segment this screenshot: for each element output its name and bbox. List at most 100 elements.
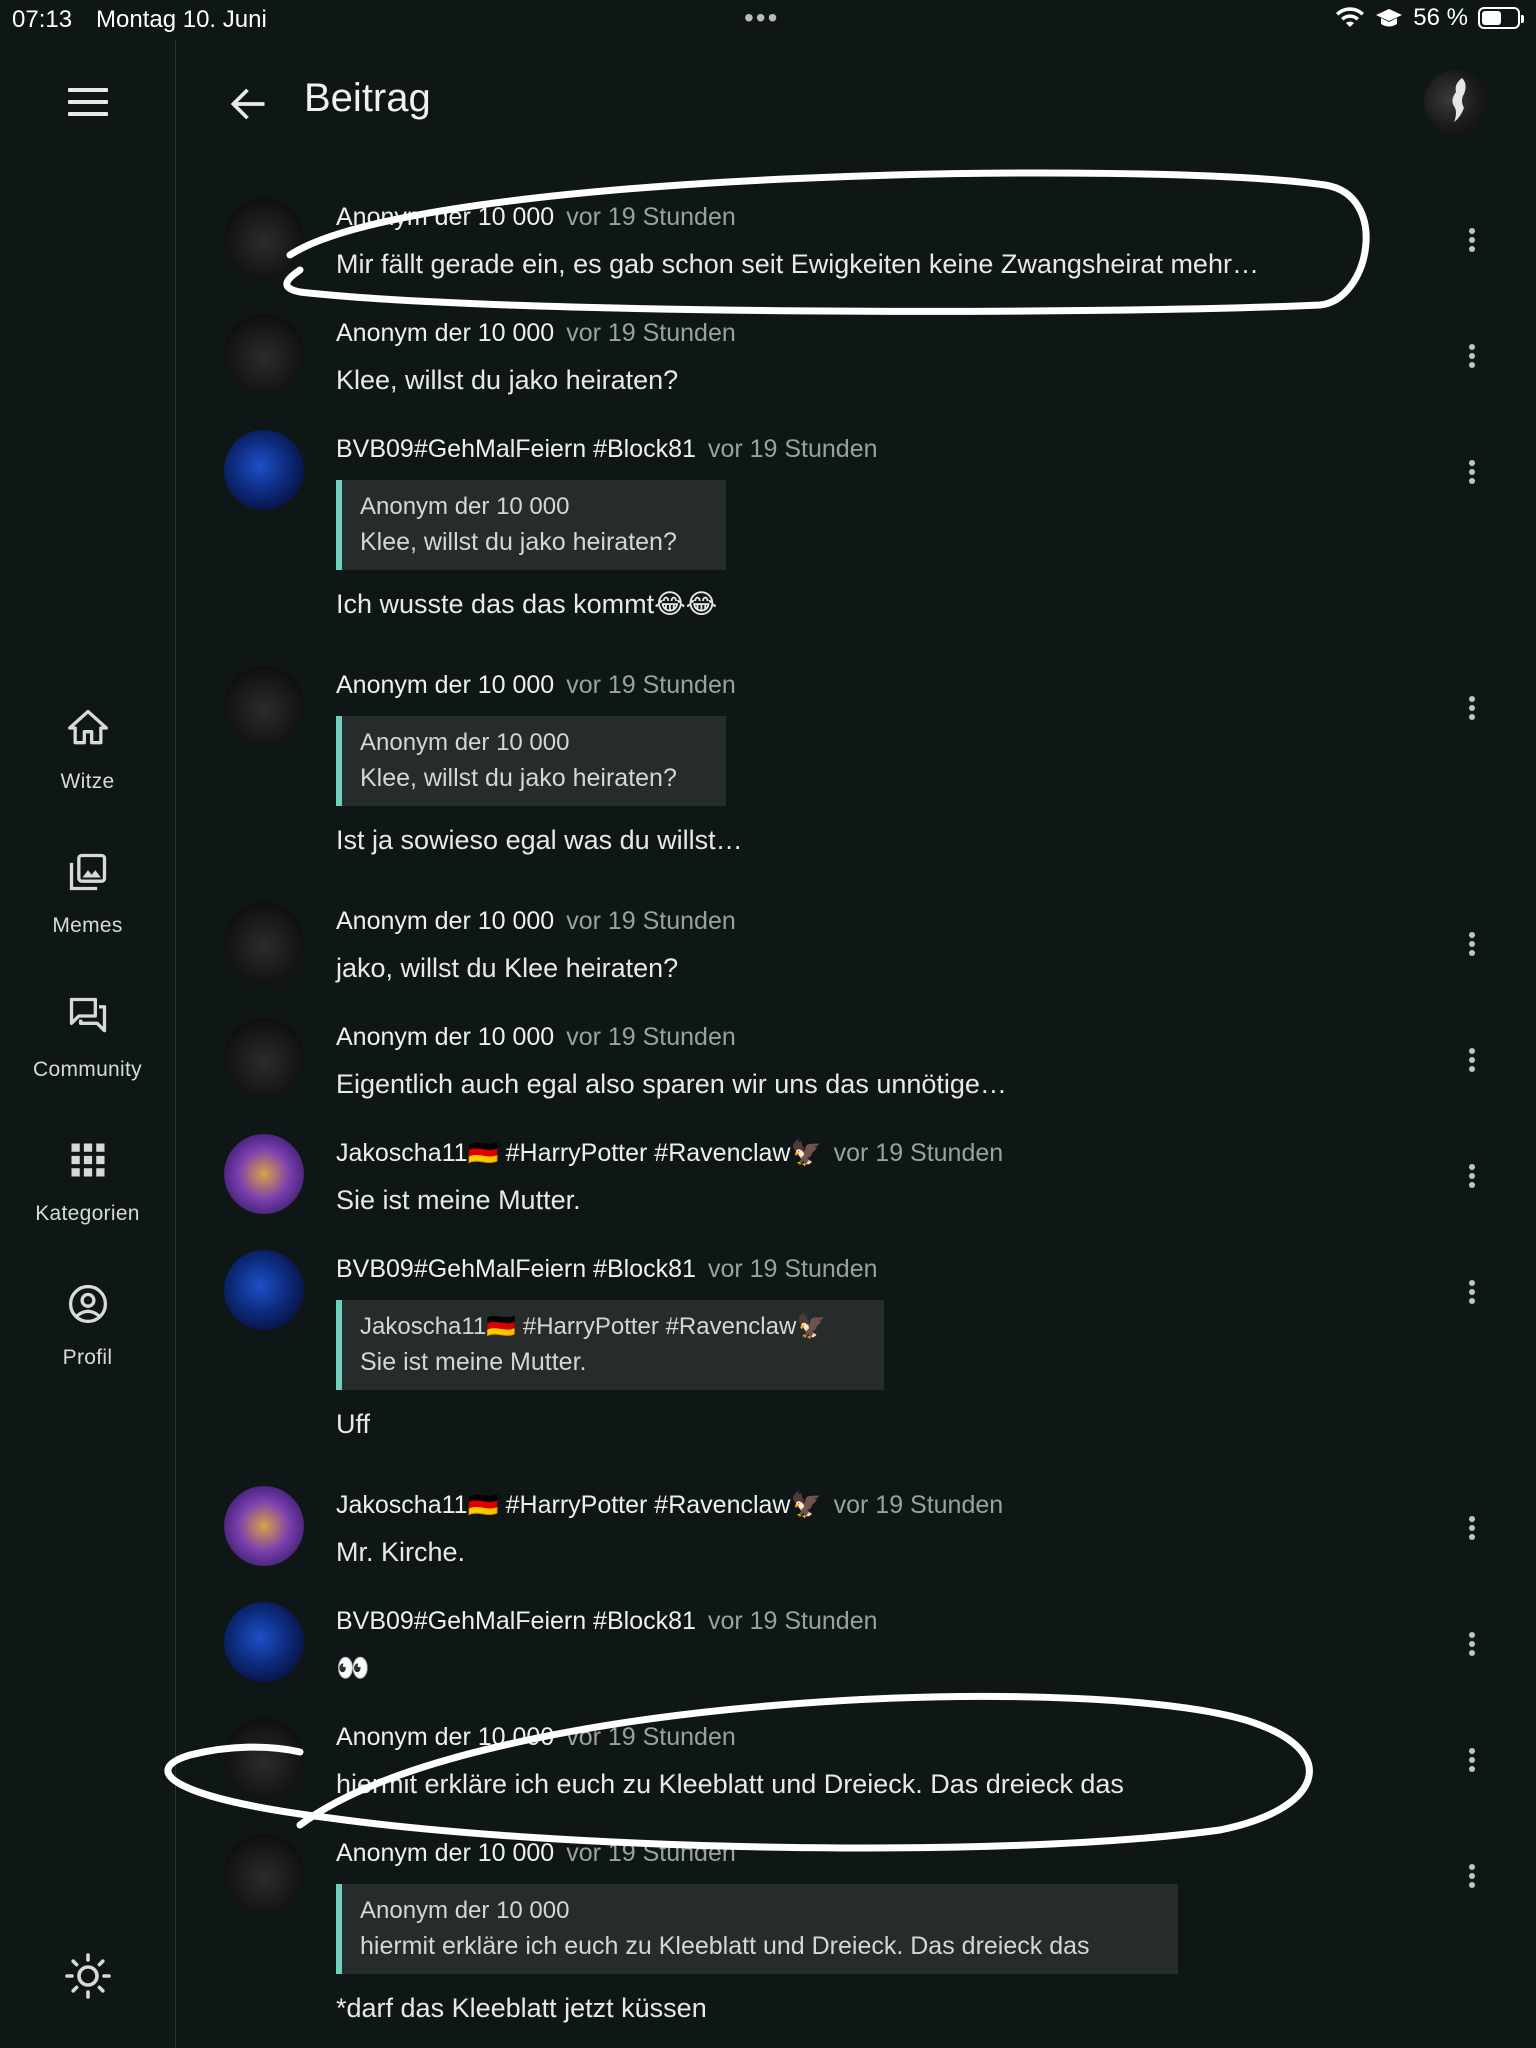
status-right: 56 % [1335,4,1524,32]
comment-text: Uff [336,1409,371,1439]
avatar[interactable] [224,902,304,982]
quoted-comment[interactable]: Anonym der 10 000 hiermit erkläre ich eu… [336,1884,1178,1974]
sidebar-item-profil[interactable]: Profil [0,1276,175,1420]
forum-icon [69,997,106,1033]
comment-time: vor 19 Stunden [566,1023,736,1051]
comment-time: vor 19 Stunden [833,1139,1004,1167]
more-options-icon[interactable] [1460,222,1484,258]
sidebar-item-witze[interactable]: Witze [0,700,175,844]
more-options-icon[interactable] [1460,1042,1484,1078]
comment-text: Ich wusste das das kommt😂😂 [336,589,718,619]
avatar[interactable] [224,1718,304,1798]
comment-author[interactable]: BVB09#GehMalFeiern #Block81 [336,435,696,463]
comment-text: *darf das Kleeblatt jetzt küssen [336,1993,707,2023]
comment-text: Mr. Kirche. [336,1537,466,1567]
status-bar: 07:13 Montag 10. Juni ••• 56 % [0,0,1536,40]
comment-author[interactable]: Anonym der 10 000 [336,203,554,231]
more-options-icon[interactable] [1460,338,1484,374]
comment-author[interactable]: Anonym der 10 000 [336,1723,554,1751]
sidebar-item-label: Community [33,1058,142,1081]
comment-author[interactable]: Jakoscha11🇩🇪 #HarryPotter #Ravenclaw🦅 [336,1139,822,1167]
avatar[interactable] [224,314,304,394]
sidebar-item-community[interactable]: Community [0,988,175,1132]
multitasking-dots[interactable]: ••• [744,2,779,34]
quote-text: Klee, willst du jako heiraten? [360,764,677,792]
comment-text: Eigentlich auch egal also sparen wir uns… [336,1069,1007,1099]
avatar[interactable] [224,1250,304,1330]
comment-author[interactable]: Jakoscha11🇩🇪 #HarryPotter #Ravenclaw🦅 [336,1491,822,1519]
sidebar: Witze Memes Community Kategorien Profil [0,40,176,2048]
more-options-icon[interactable] [1460,926,1484,962]
avatar[interactable] [224,430,304,510]
comment-time: vor 19 Stunden [707,1607,878,1635]
comment-author[interactable]: Anonym der 10 000 [336,1023,554,1051]
quote-text: Klee, willst du jako heiraten? [360,528,677,556]
more-options-icon[interactable] [1460,1274,1484,1310]
account-circle-icon [68,1284,107,1324]
comment-author[interactable]: BVB09#GehMalFeiern #Block81 [336,1255,696,1283]
quote-author: Anonym der 10 000 [360,729,570,756]
comment-time: vor 19 Stunden [566,203,736,231]
comment-time: vor 19 Stunden [707,1255,878,1283]
comment-time: vor 19 Stunden [566,907,736,935]
quote-author: Jakoscha11🇩🇪 #HarryPotter #Ravenclaw🦅 [360,1313,827,1340]
comment-time: vor 19 Stunden [566,1839,736,1867]
comment-text: 👀 [336,1653,370,1683]
graduation-cap-icon [1376,9,1403,27]
sidebar-nav: Witze Memes Community Kategorien Profil [0,700,175,1420]
comment-time: vor 19 Stunden [707,435,878,463]
comment-time: vor 19 Stunden [566,671,736,699]
comment-author[interactable]: Anonym der 10 000 [336,1839,554,1867]
comment-text: Sie ist meine Mutter. [336,1185,581,1215]
hamburger-menu-icon[interactable] [68,88,108,118]
avatar[interactable] [224,1602,304,1682]
wifi-icon [1336,7,1365,27]
sidebar-item-label: Kategorien [35,1202,140,1225]
page-title: Beitrag [304,76,431,120]
comment-text: Mir fällt gerade ein, es gab schon seit … [336,249,1259,279]
comment-author[interactable]: Anonym der 10 000 [336,671,554,699]
sun-icon[interactable] [64,1952,112,2000]
quote-text: Sie ist meine Mutter. [360,1348,587,1376]
avatar[interactable] [224,1134,304,1214]
battery-fill [1482,11,1502,25]
grid-icon [71,1143,104,1177]
avatar[interactable] [224,1018,304,1098]
comment-text: Ist ja sowieso egal was du willst… [336,825,743,855]
sidebar-item-label: Witze [60,770,115,793]
comment-time: vor 19 Stunden [833,1491,1004,1519]
battery-icon [1478,7,1524,29]
comment-text: hiermit erkläre ich euch zu Kleeblatt un… [336,1769,1124,1799]
quoted-comment[interactable]: Anonym der 10 000 Klee, willst du jako h… [336,716,726,806]
status-date: Montag 10. Juni [96,6,267,33]
quote-author: Anonym der 10 000 [360,493,570,520]
avatar-silhouette-icon [1452,78,1466,122]
sidebar-item-label: Profil [62,1346,113,1369]
comment-text: jako, willst du Klee heiraten? [336,953,679,983]
more-options-icon[interactable] [1460,690,1484,726]
home-icon [67,709,108,745]
more-options-icon[interactable] [1460,1858,1484,1894]
quoted-comment[interactable]: Jakoscha11🇩🇪 #HarryPotter #Ravenclaw🦅 Si… [336,1300,884,1390]
comment-author[interactable]: BVB09#GehMalFeiern #Block81 [336,1607,696,1635]
quote-author: Anonym der 10 000 [360,1897,570,1924]
more-options-icon[interactable] [1460,1742,1484,1778]
more-options-icon[interactable] [1460,1626,1484,1662]
comment-author[interactable]: Anonym der 10 000 [336,907,554,935]
sidebar-item-kategorien[interactable]: Kategorien [0,1132,175,1276]
avatar[interactable] [224,1834,304,1914]
quoted-comment[interactable]: Anonym der 10 000 Klee, willst du jako h… [336,480,726,570]
user-avatar[interactable] [1424,70,1488,134]
avatar[interactable] [224,1486,304,1566]
more-options-icon[interactable] [1460,1158,1484,1194]
more-options-icon[interactable] [1460,1510,1484,1546]
back-arrow-icon[interactable] [226,82,270,126]
comment-author[interactable]: Anonym der 10 000 [336,319,554,347]
comment-time: vor 19 Stunden [566,319,736,347]
avatar[interactable] [224,666,304,746]
status-time: 07:13 [12,6,73,33]
more-options-icon[interactable] [1460,454,1484,490]
avatar[interactable] [224,198,304,278]
sidebar-item-memes[interactable]: Memes [0,844,175,988]
battery-percent: 56 % [1413,4,1468,31]
